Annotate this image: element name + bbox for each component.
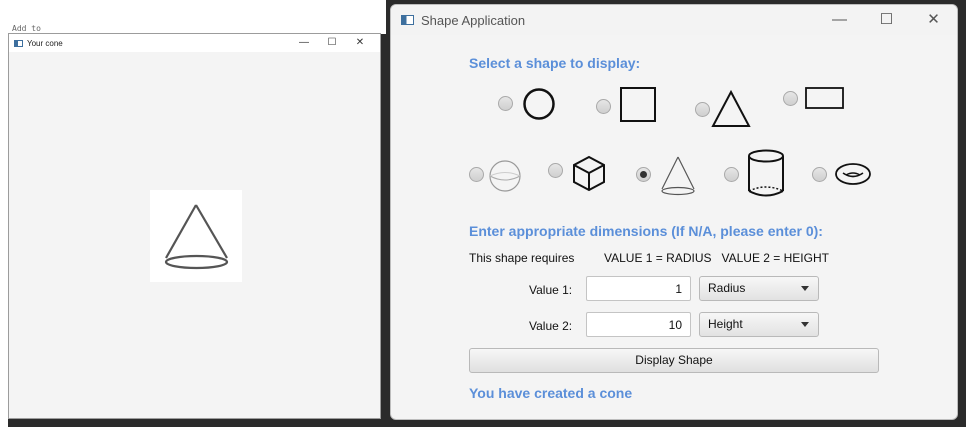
close-button[interactable]: ✕ — [910, 5, 957, 35]
dimensions-heading: Enter appropriate dimensions (If N/A, pl… — [469, 223, 823, 239]
square-icon — [620, 87, 656, 122]
cone-window-titlebar[interactable]: Your cone — ☐ ✕ — [9, 34, 380, 52]
cone-icon — [661, 156, 695, 196]
app-title: Shape Application — [421, 12, 526, 28]
cube-icon — [573, 155, 605, 192]
maximize-button[interactable]: ☐ — [318, 34, 346, 52]
radio-cylinder[interactable] — [724, 167, 739, 182]
background-code-hint: Add to — [12, 24, 41, 33]
circle-icon — [523, 88, 555, 120]
triangle-icon — [711, 90, 751, 127]
background-window-strip — [0, 0, 386, 34]
cylinder-icon — [748, 149, 784, 197]
chevron-down-icon — [801, 286, 809, 291]
value1-input[interactable] — [586, 276, 691, 301]
radio-sphere[interactable] — [469, 167, 484, 182]
cone-window-title: Your cone — [27, 38, 63, 48]
chevron-down-icon — [801, 322, 809, 327]
requires-label: This shape requires — [469, 251, 575, 265]
radio-triangle[interactable] — [695, 102, 710, 117]
cone-window: Your cone — ☐ ✕ — [8, 33, 381, 419]
value2-unit-selected: Height — [708, 317, 743, 331]
radio-circle[interactable] — [498, 96, 513, 111]
background-left-edge — [0, 34, 8, 427]
java-app-icon — [14, 39, 23, 47]
radio-cube[interactable] — [548, 163, 563, 178]
java-app-icon — [401, 15, 414, 25]
app-titlebar[interactable]: Shape Application — ☐ ✕ — [391, 5, 957, 35]
rectangle-icon — [805, 87, 844, 109]
cone-icon — [164, 204, 229, 270]
value2-unit-select[interactable]: Height — [699, 312, 819, 337]
minimize-button[interactable]: — — [816, 5, 863, 35]
value1-unit-selected: Radius — [708, 281, 746, 295]
value1-label: Value 1: — [529, 283, 573, 297]
cone-image — [150, 190, 242, 282]
maximize-button[interactable]: ☐ — [863, 5, 910, 35]
radio-torus[interactable] — [812, 167, 827, 182]
radio-rectangle[interactable] — [783, 91, 798, 106]
display-shape-button[interactable]: Display Shape — [469, 348, 879, 373]
select-shape-heading: Select a shape to display: — [469, 55, 641, 71]
value2-label: Value 2: — [529, 319, 573, 333]
close-button[interactable]: ✕ — [346, 34, 374, 52]
radio-square[interactable] — [596, 99, 611, 114]
minimize-button[interactable]: — — [290, 34, 318, 52]
torus-icon — [835, 163, 871, 185]
shape-application-window: Shape Application — ☐ ✕ Select a shape t… — [390, 4, 958, 420]
value1-unit-select[interactable]: Radius — [699, 276, 819, 301]
radio-cone[interactable] — [636, 167, 651, 182]
value2-input[interactable] — [586, 312, 691, 337]
sphere-icon — [489, 160, 521, 192]
requires-value: VALUE 1 = RADIUS VALUE 2 = HEIGHT — [604, 251, 829, 265]
status-message: You have created a cone — [469, 385, 633, 401]
